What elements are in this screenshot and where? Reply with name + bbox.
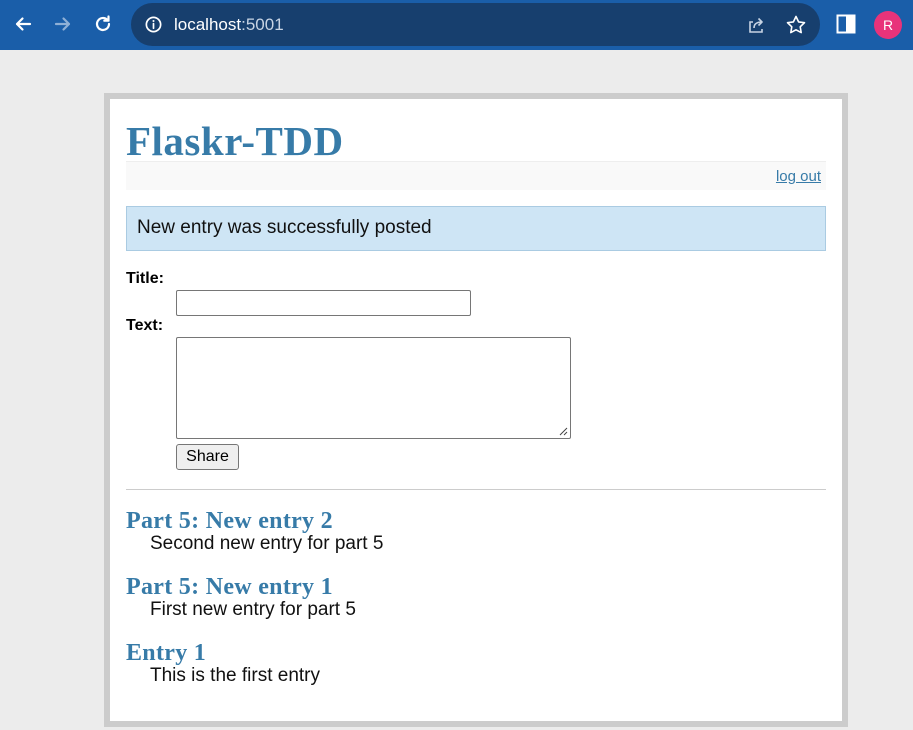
reload-icon xyxy=(95,15,111,32)
url-host: localhost xyxy=(174,15,242,34)
url-text[interactable]: localhost:5001 xyxy=(174,15,284,34)
entry-title: Part 5: New entry 1 xyxy=(126,574,333,600)
entry-text: Second new entry for part 5 xyxy=(150,533,384,554)
back-icon xyxy=(15,17,32,31)
entry-title: Part 5: New entry 2 xyxy=(126,508,333,534)
meta-nav: log out xyxy=(126,161,826,190)
flash-message: New entry was successfully posted xyxy=(126,206,826,251)
title-label: Title: xyxy=(126,270,164,287)
text-textarea[interactable] xyxy=(176,337,571,439)
side-panel-icon[interactable] xyxy=(835,13,857,35)
logout-link[interactable]: log out xyxy=(776,168,821,185)
url-port: :5001 xyxy=(241,15,284,34)
browser-toolbar: localhost:5001 R xyxy=(0,0,913,50)
info-icon[interactable] xyxy=(144,15,163,34)
title-input[interactable] xyxy=(176,290,471,316)
share-button[interactable]: Share xyxy=(176,444,239,470)
resize-grip-icon[interactable] xyxy=(559,427,568,436)
forward-icon xyxy=(54,17,71,31)
flaskr-page: Flaskr-TDD log out New entry was success… xyxy=(104,93,848,727)
bookmark-star-icon[interactable] xyxy=(785,14,807,36)
text-label: Text: xyxy=(126,317,164,334)
address-bar[interactable]: localhost:5001 xyxy=(131,3,820,46)
profile-avatar[interactable]: R xyxy=(874,11,902,39)
reload-button[interactable] xyxy=(88,9,118,39)
entry-text: First new entry for part 5 xyxy=(150,599,356,620)
entry-text: This is the first entry xyxy=(150,665,320,686)
back-button[interactable] xyxy=(8,9,38,39)
forward-button[interactable] xyxy=(48,9,78,39)
share-icon[interactable] xyxy=(745,14,767,36)
divider xyxy=(126,489,826,490)
entry-title: Entry 1 xyxy=(126,640,207,666)
page-title: Flaskr-TDD xyxy=(126,118,344,164)
